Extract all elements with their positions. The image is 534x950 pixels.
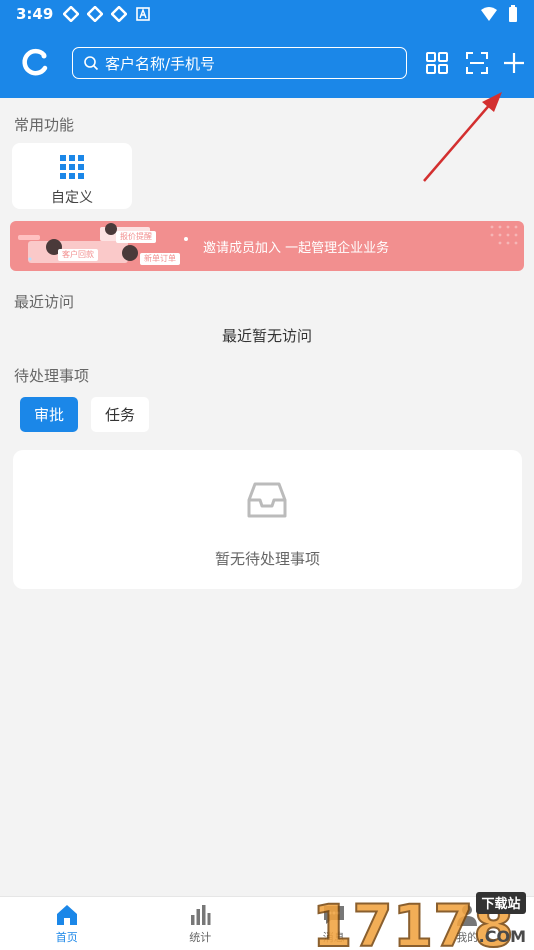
invite-banner[interactable]: 报价提醒 客户回款 新单订单 邀请成员加入 一起管理企业业务 — [10, 221, 524, 271]
banner-tag: 新单订单 — [140, 253, 180, 265]
custom-shortcut-card[interactable]: 自定义 — [12, 143, 132, 209]
annotation-arrow — [423, 92, 502, 182]
bar-chart-icon — [191, 904, 211, 925]
nav-stats-label: 统计 — [189, 930, 212, 944]
search-input[interactable]: 客户名称/手机号 — [72, 47, 407, 79]
banner-tag: 报价提醒 — [116, 231, 156, 243]
banner-text: 邀请成员加入 一起管理企业业务 — [203, 241, 390, 256]
nav-stats[interactable]: 统计 — [134, 897, 268, 950]
tab-tasks[interactable]: 任务 — [91, 397, 149, 432]
common-functions-title: 常用功能 — [14, 116, 75, 134]
plus-icon — [504, 53, 524, 73]
banner-dots — [490, 225, 518, 245]
pending-empty-text: 暂无待处理事项 — [214, 550, 320, 568]
banner-tag: 客户回款 — [58, 249, 98, 261]
inbox-icon — [247, 480, 287, 520]
notification-icon — [111, 6, 128, 22]
notification-icon — [87, 6, 104, 22]
recent-empty-text: 最近暂无访问 — [221, 327, 312, 345]
header-bar: 客户名称/手机号 — [0, 28, 534, 98]
watermark-dotcom: .COM — [479, 927, 526, 946]
grid-view-button[interactable] — [424, 50, 450, 76]
add-button[interactable] — [501, 50, 527, 76]
recent-visits-title: 最近访问 — [14, 293, 75, 311]
status-bar: 3:49 — [0, 0, 534, 28]
home-icon — [56, 904, 77, 925]
search-icon — [84, 56, 99, 71]
a-icon — [135, 6, 151, 22]
nav-home-label: 首页 — [55, 930, 78, 944]
pending-empty-card: 暂无待处理事项 — [13, 450, 522, 589]
scan-icon — [466, 52, 488, 74]
scan-button[interactable] — [464, 50, 490, 76]
nav-home[interactable]: 首页 — [0, 897, 134, 950]
custom-label: 自定义 — [51, 190, 93, 206]
watermark-download-site: 下载站 — [481, 896, 520, 912]
notification-icon — [63, 6, 80, 22]
wifi-icon — [480, 6, 498, 26]
grid-icon — [426, 52, 448, 74]
status-time: 3:49 — [16, 5, 54, 23]
grid-icon — [60, 155, 84, 179]
battery-icon — [508, 5, 518, 27]
tab-approval[interactable]: 审批 — [20, 397, 78, 432]
search-placeholder: 客户名称/手机号 — [105, 54, 216, 73]
c-logo-icon[interactable] — [20, 47, 50, 77]
pending-items-title: 待处理事项 — [14, 367, 90, 385]
site-watermark: 17178 下载站 .COM — [310, 890, 528, 950]
